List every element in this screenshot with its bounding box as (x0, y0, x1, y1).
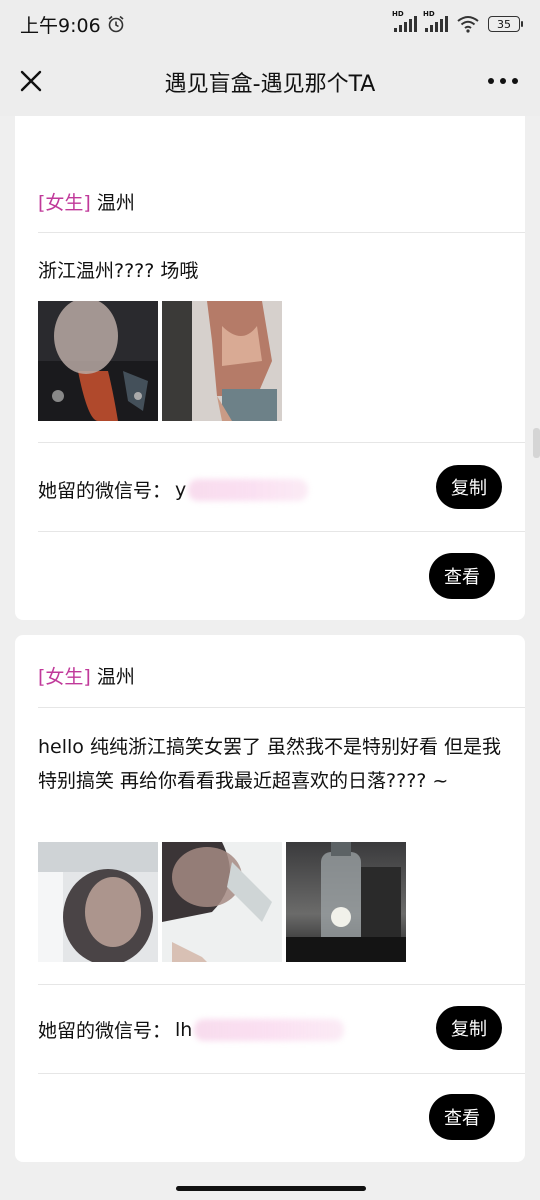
gender-tag: [女生] (38, 666, 91, 688)
wechat-id: lh (175, 1018, 193, 1041)
status-right: HD HD 35 (392, 10, 523, 33)
divider (38, 232, 525, 233)
photo-thumbnail[interactable] (38, 842, 158, 962)
card-description: hello 纯纯浙江搞笑女罢了 虽然我不是特别好看 但是我特别搞笑 再给你看看我… (38, 736, 502, 792)
photo-thumbnail[interactable] (162, 842, 282, 962)
signal-icon: HD (392, 10, 417, 32)
wifi-icon (457, 16, 479, 33)
photo-gallery (38, 842, 406, 962)
profile-card: [女生] 温州 浙江温州???? 场哦 她留的微信号： y 复制 查看 (15, 116, 525, 620)
wechat-label: 她留的微信号： (38, 480, 172, 502)
photo-thumbnail[interactable] (162, 301, 282, 421)
wechat-id: y (175, 478, 187, 501)
card-header: [女生] 温州 (38, 188, 135, 215)
status-time-group: 上午9:06 (20, 11, 125, 38)
photo-thumbnail[interactable] (38, 301, 158, 421)
wechat-label: 她留的微信号： (38, 1020, 172, 1042)
home-indicator[interactable] (176, 1186, 366, 1191)
view-button[interactable]: 查看 (429, 553, 495, 599)
copy-button[interactable]: 复制 (436, 1006, 502, 1050)
close-icon[interactable] (16, 66, 46, 96)
divider (38, 442, 525, 443)
gender-tag: [女生] (38, 192, 91, 214)
photo-thumbnail[interactable] (286, 842, 406, 962)
hd-label-1: HD (392, 10, 404, 18)
feed[interactable]: [女生] 温州 浙江温州???? 场哦 她留的微信号： y 复制 查看 [女生]… (0, 116, 540, 1200)
card-header: [女生] 温州 (38, 662, 135, 689)
city-label: 温州 (96, 192, 135, 214)
status-time: 上午9:06 (20, 14, 101, 37)
profile-card: [女生] 温州 hello 纯纯浙江搞笑女罢了 虽然我不是特别好看 但是我特别搞… (15, 635, 525, 1162)
scroll-indicator[interactable] (533, 428, 540, 458)
battery-level: 35 (497, 17, 511, 31)
copy-button[interactable]: 复制 (436, 465, 502, 509)
divider (38, 531, 525, 532)
hd-label-2: HD (423, 10, 435, 18)
view-button[interactable]: 查看 (429, 1094, 495, 1140)
wechat-id-redaction (194, 1018, 345, 1041)
wechat-row: 她留的微信号： y (38, 476, 309, 503)
nav-bar: 遇见盲盒-遇见那个TA (0, 48, 540, 116)
photo-gallery (38, 301, 282, 421)
divider (38, 984, 525, 985)
wechat-id-redaction (188, 478, 309, 501)
alarm-icon (108, 15, 124, 33)
card-description: 浙江温州???? 场哦 (38, 260, 199, 282)
divider (38, 1073, 525, 1074)
signal-icon-2: HD (423, 10, 448, 32)
more-icon[interactable] (488, 78, 518, 84)
divider (38, 707, 525, 708)
page-title: 遇见盲盒-遇见那个TA (164, 72, 376, 97)
status-bar: 上午9:06 HD HD 35 (0, 0, 540, 48)
city-label: 温州 (96, 666, 135, 688)
battery-icon: 35 (488, 16, 523, 32)
wechat-row: 她留的微信号： lh (38, 1016, 345, 1043)
